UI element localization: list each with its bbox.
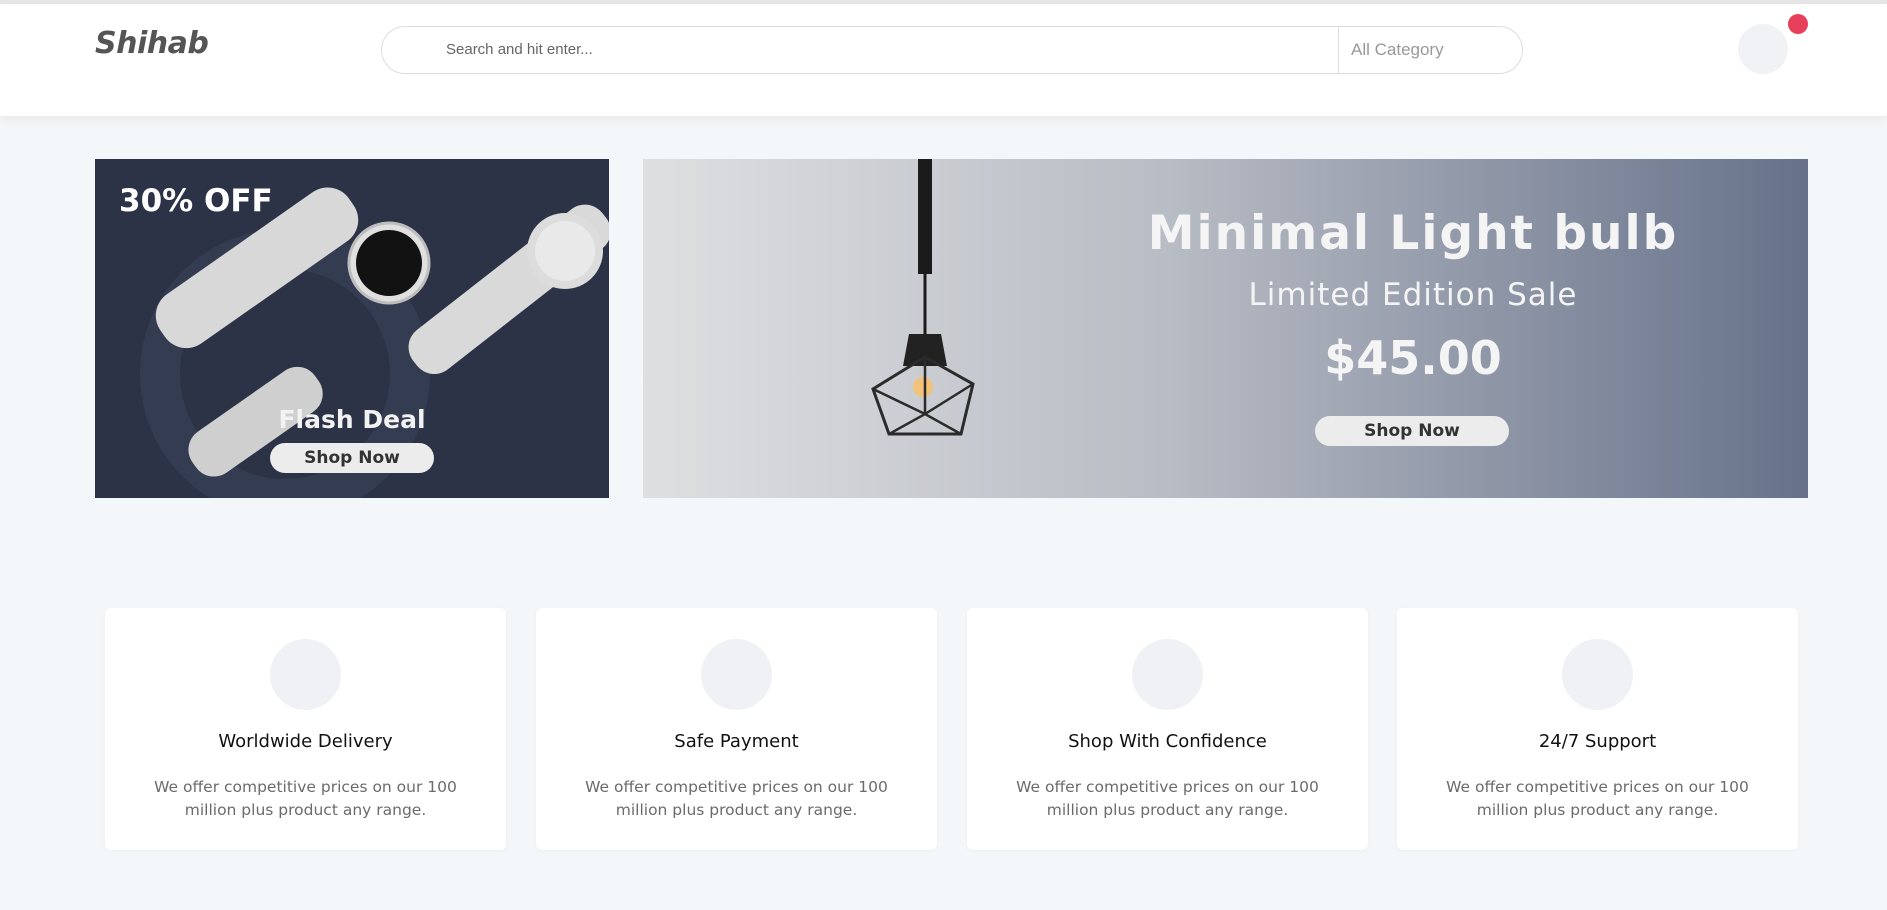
support-icon [1562,639,1633,710]
site-logo[interactable]: Shihab [95,26,209,61]
account-avatar[interactable] [1738,24,1788,74]
feature-description: We offer competitive prices on our 100 m… [1016,778,1319,819]
feature-title: Safe Payment [674,731,799,752]
feature-description: We offer competitive prices on our 100 m… [154,778,457,819]
banner-title: Minimal Light bulb [1147,206,1679,261]
search-bar: All Category [381,26,1523,74]
search-input[interactable] [382,27,1338,72]
banner-subtitle: Limited Edition Sale [1248,277,1578,313]
category-select[interactable]: All Category [1339,27,1522,73]
feature-description: We offer competitive prices on our 100 m… [1446,778,1749,819]
feature-title: Worldwide Delivery [218,731,393,752]
feature-card-safe-payment: Safe Payment We offer competitive prices… [536,608,937,850]
discount-label: 30% OFF [119,183,273,219]
feature-description: We offer competitive prices on our 100 m… [585,778,888,819]
feature-card-shop-with-confidence: Shop With Confidence We offer competitiv… [967,608,1368,850]
light-bulb-shop-now-button[interactable]: Shop Now [1315,416,1509,446]
watch-right-image [408,204,609,374]
confidence-icon [1132,639,1203,710]
flash-deal-title: Flash Deal [278,405,426,434]
pendant-lamp-image [871,159,975,436]
feature-card-worldwide-delivery: Worldwide Delivery We offer competitive … [105,608,506,850]
notification-badge [1788,14,1808,34]
delivery-icon [270,639,341,710]
banner-price: $45.00 [1324,331,1502,385]
light-bulb-banner[interactable]: Minimal Light bulb Limited Edition Sale … [643,159,1808,498]
flash-deal-shop-now-button[interactable]: Shop Now [270,443,434,473]
feature-card-support: 24/7 Support We offer competitive prices… [1397,608,1798,850]
feature-title: 24/7 Support [1538,731,1657,752]
flash-deal-banner[interactable]: 30% OFF Flash Deal Shop Now [95,159,609,498]
feature-title: Shop With Confidence [1068,731,1267,752]
payment-icon [701,639,772,710]
site-header: Shihab All Category [0,4,1887,116]
